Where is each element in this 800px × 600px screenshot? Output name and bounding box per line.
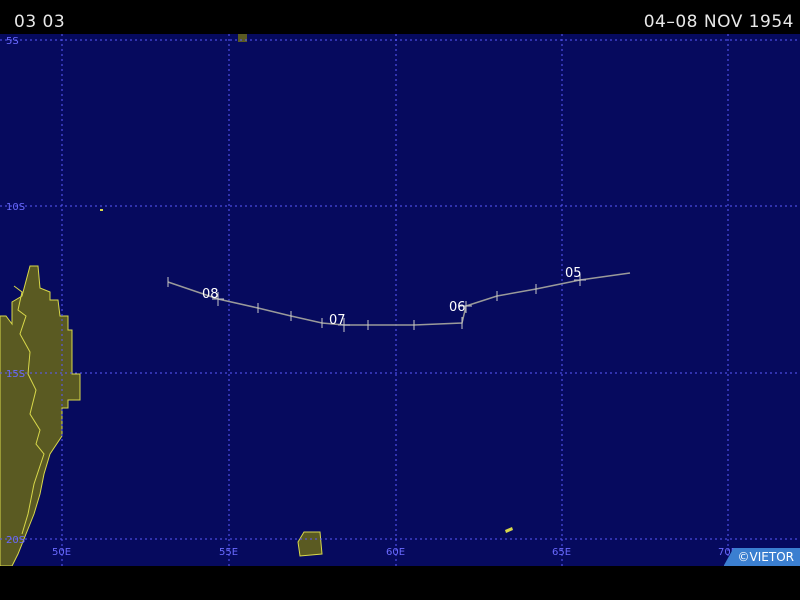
track-map: 5S 10S 15S 20S 50E 55E 60E 65E 70E 08 07… bbox=[0, 34, 800, 566]
lat-label-15s: 15S bbox=[6, 369, 25, 380]
day-label-05: 05 bbox=[565, 266, 582, 281]
lon-label-55e: 55E bbox=[219, 547, 238, 558]
lon-label-50e: 50E bbox=[52, 547, 71, 558]
storm-id: 03 03 bbox=[14, 12, 66, 32]
credit-badge: ©VIETOR bbox=[723, 548, 800, 566]
lat-label-10s: 10S bbox=[6, 202, 25, 213]
date-range: 04–08 NOV 1954 bbox=[643, 12, 794, 32]
lon-label-65e: 65E bbox=[552, 547, 571, 558]
header-bar: 03 03 04–08 NOV 1954 bbox=[0, 0, 800, 34]
reunion-island bbox=[297, 531, 323, 557]
day-label-07: 07 bbox=[329, 313, 346, 328]
lat-label-20s: 20S bbox=[6, 535, 25, 546]
day-label-08: 08 bbox=[202, 287, 219, 302]
lon-label-60e: 60E bbox=[386, 547, 405, 558]
day-label-06: 06 bbox=[449, 300, 466, 315]
lat-label-5s: 5S bbox=[6, 36, 19, 47]
footer-bar bbox=[0, 566, 800, 600]
ocean bbox=[0, 34, 800, 566]
seychelles-islet bbox=[238, 34, 247, 42]
